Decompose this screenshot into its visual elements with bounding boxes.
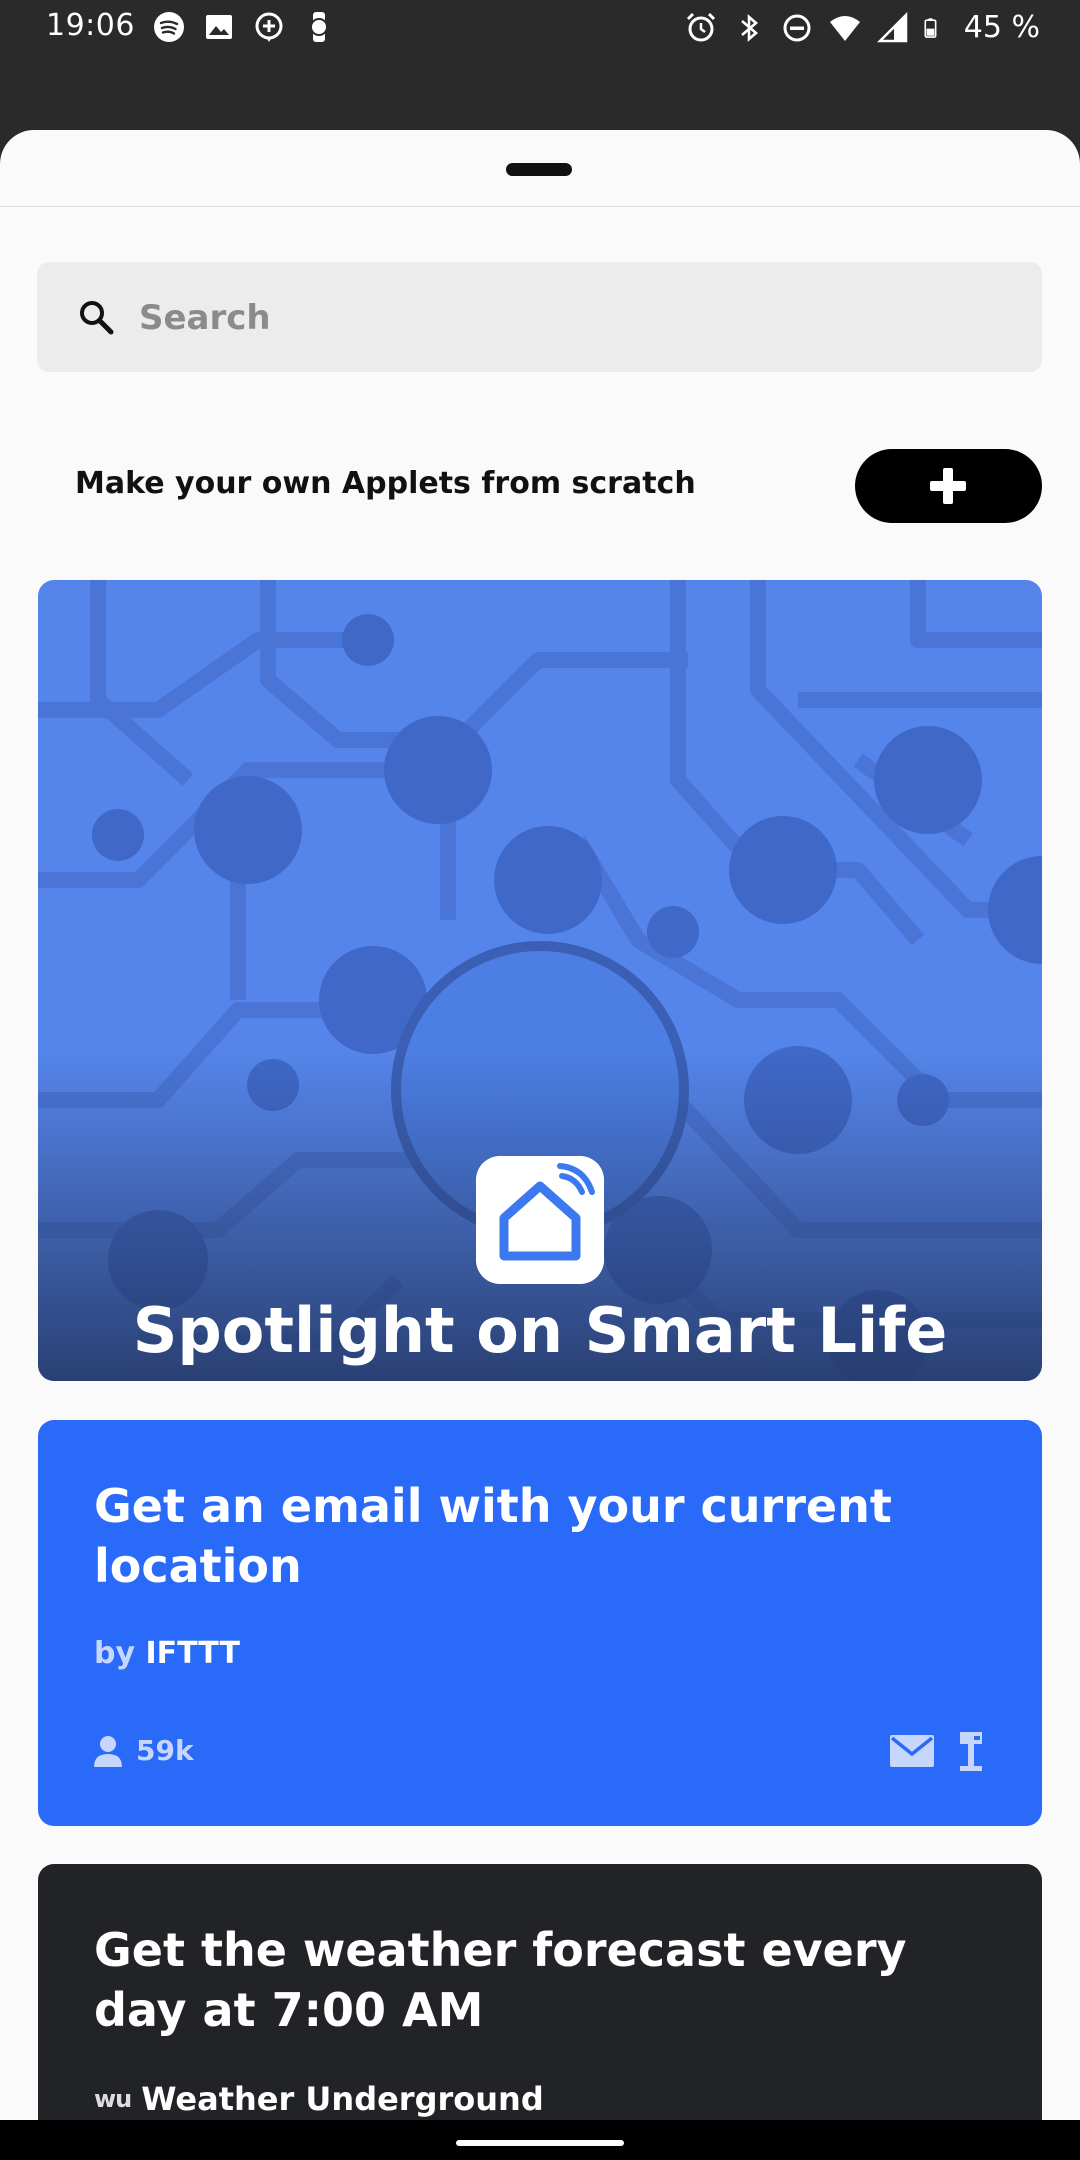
user-count-value: 59k [136, 1734, 194, 1767]
search-icon [80, 301, 114, 335]
alarm-icon [686, 12, 715, 41]
dnd-icon [783, 14, 811, 41]
smart-life-logo-icon [476, 1156, 604, 1284]
search-bar[interactable] [37, 262, 1042, 372]
author-name: IFTTT [145, 1636, 240, 1671]
weather-underground-logo: wu [94, 2085, 132, 2113]
email-icon [890, 1735, 934, 1767]
create-applet-button[interactable] [855, 449, 1042, 523]
plus-icon [930, 468, 966, 504]
drag-handle[interactable] [506, 163, 572, 176]
applet-card[interactable]: Get an email with your current location … [38, 1420, 1042, 1826]
applet-title: Get an email with your current location [94, 1479, 892, 1593]
spotify-icon [154, 12, 184, 42]
spotlight-title: Spotlight on Smart Life [132, 1294, 948, 1367]
message-icon [255, 12, 283, 42]
notification-icons [152, 10, 336, 44]
system-icons: 45 % [684, 10, 1040, 45]
user-count: 59k [94, 1734, 194, 1767]
battery-icon [924, 17, 937, 38]
service-line: wu Weather Underground [94, 2080, 544, 2118]
applet-title: Get the weather forecast every day at 7:… [94, 1923, 907, 2037]
location-pin-icon [960, 1732, 982, 1771]
battery-percent: 45 % [963, 10, 1040, 45]
author-prefix: by [94, 1636, 136, 1671]
signal-icon [876, 11, 908, 42]
bluetooth-icon [740, 13, 758, 42]
status-time: 19:06 [46, 8, 135, 43]
wifi-icon [829, 15, 860, 41]
user-icon [94, 1735, 122, 1767]
search-input[interactable] [137, 284, 1021, 352]
image-icon [206, 15, 232, 39]
service-icons [890, 1730, 986, 1772]
applet-card[interactable]: Get the weather forecast every day at 7:… [38, 1864, 1042, 2120]
service-name: Weather Underground [141, 2080, 544, 2118]
explore-sheet: Make your own Applets from scratch [0, 130, 1080, 2120]
sheet-header [0, 130, 1080, 207]
applet-author: by IFTTT [94, 1636, 240, 1671]
status-bar: 19:06 45 % [0, 0, 1080, 56]
watch-icon [310, 12, 328, 42]
create-prompt: Make your own Applets from scratch [75, 466, 696, 501]
navigation-bar [0, 2120, 1080, 2160]
home-gesture-handle[interactable] [456, 2140, 624, 2146]
spotlight-card[interactable]: Spotlight on Smart Life [38, 580, 1042, 1381]
